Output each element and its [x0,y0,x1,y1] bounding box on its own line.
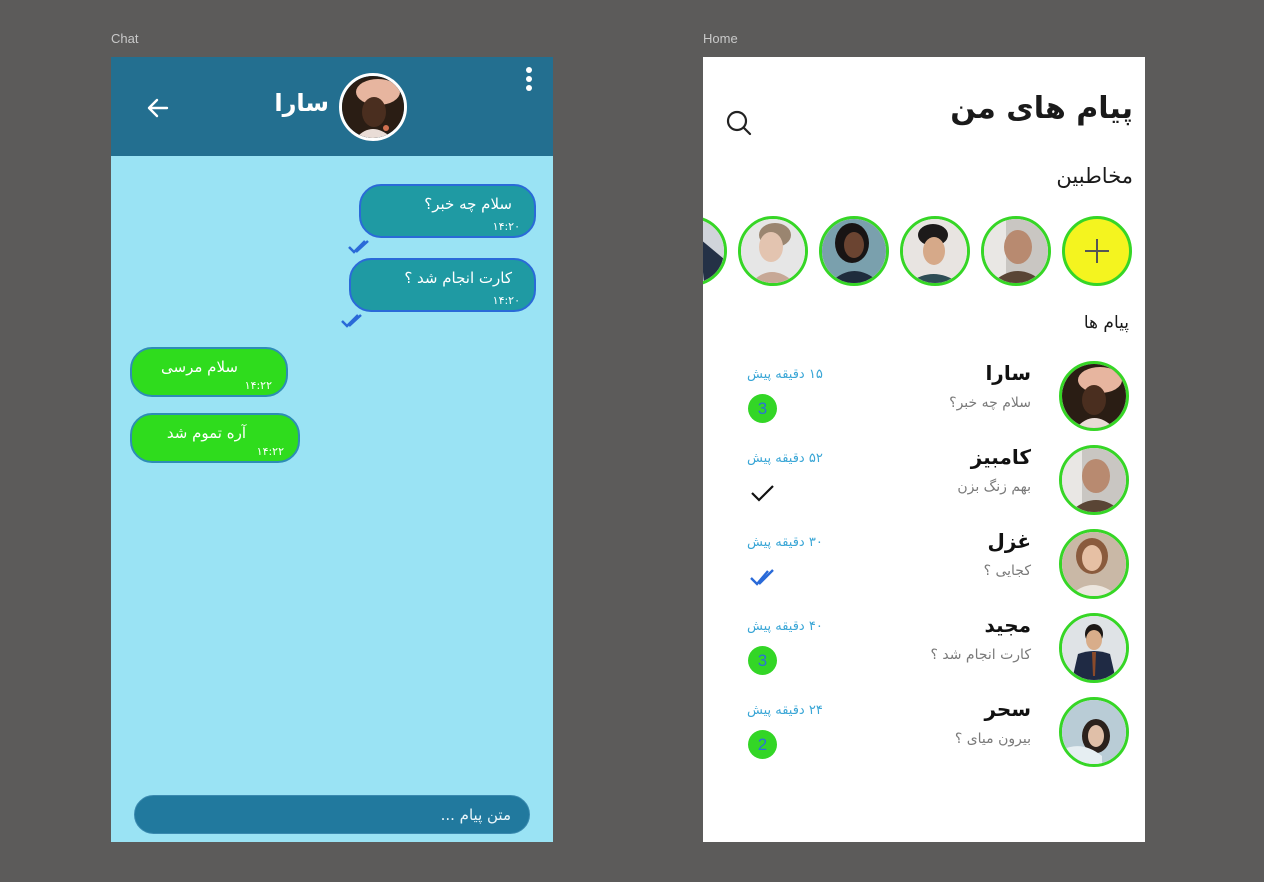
message-bubble-incoming[interactable]: آره تموم شد ۱۴:۲۲ [130,413,300,463]
back-button[interactable] [145,95,171,121]
message-text: آره تموم شد [166,424,246,442]
conversation-name: سارا [985,361,1031,385]
message-text: سلام مرسی [161,358,238,376]
page-title: پیام های من [950,91,1133,126]
conversation-item[interactable]: کامبیز بهم زنگ بزن ۵۲ دقیقه پیش [703,445,1145,519]
contact-story[interactable] [900,216,970,286]
message-time: ۱۴:۲۲ [256,445,284,458]
message-bubble-incoming[interactable]: سلام مرسی ۱۴:۲۲ [130,347,288,397]
avatar-woman-icon [1062,532,1126,596]
contact-story[interactable] [819,216,889,286]
conversation-name: سحر [984,697,1031,721]
more-menu-button[interactable] [522,67,536,93]
avatar [1059,529,1129,599]
messages-heading: پیام ها [1083,313,1129,333]
unread-badge: 3 [748,646,777,675]
add-contact-button[interactable] [1062,216,1132,286]
avatar-sara-icon [342,76,404,138]
avatar-man-suit-icon [1062,616,1126,680]
more-vertical-icon [522,67,536,91]
chat-screen: سارا سلام چه خبر؟ ۱۴:۲۰ کارت انجام شد ؟ … [111,57,553,842]
message-input[interactable] [135,796,529,833]
search-button[interactable] [725,109,753,137]
conversation-time: ۱۵ دقیقه پیش [747,367,823,382]
chat-frame-label: Chat [111,31,139,46]
message-time: ۱۴:۲۰ [492,220,520,233]
conversation-item[interactable]: غزل کجایی ؟ ۳۰ دقیقه پیش [703,529,1145,603]
avatar [1059,697,1129,767]
chat-header: سارا [111,57,553,156]
conversation-name: غزل [987,529,1031,553]
message-bubble-outgoing[interactable]: کارت انجام شد ؟ ۱۴:۲۰ [349,258,536,312]
message-time: ۱۴:۲۲ [244,379,272,392]
avatar-woman-blonde-icon [741,219,805,283]
double-check-icon [348,240,369,254]
avatar-woman-snow-icon [1062,700,1126,764]
message-time: ۱۴:۲۰ [492,294,520,307]
search-icon [726,110,752,136]
conversation-item[interactable]: سارا سلام چه خبر؟ ۱۵ دقیقه پیش 3 [703,361,1145,435]
avatar [1059,361,1129,431]
message-text: سلام چه خبر؟ [424,195,512,213]
conversation-time: ۳۰ دقیقه پیش [747,535,823,550]
contacts-carousel[interactable] [703,216,1133,286]
arrow-left-icon [147,98,169,118]
conversation-item[interactable]: مجید کارت انجام شد ؟ ۴۰ دقیقه پیش 3 [703,613,1145,687]
conversation-last-message: سلام چه خبر؟ [949,395,1031,411]
conversation-time: ۴۰ دقیقه پیش [747,619,823,634]
message-bubble-outgoing[interactable]: سلام چه خبر؟ ۱۴:۲۰ [359,184,536,238]
contacts-heading: مخاطبین [1056,164,1133,188]
check-icon [751,485,774,502]
contact-avatar[interactable] [339,73,407,141]
conversation-item[interactable]: سحر بیرون میای ؟ ۲۴ دقیقه پیش 2 [703,697,1145,771]
conversation-last-message: بهم زنگ بزن [957,479,1031,495]
message-input-container [134,795,530,834]
conversation-name: کامبیز [970,445,1031,469]
conversation-time: ۵۲ دقیقه پیش [747,451,823,466]
avatar-partial-icon [703,219,724,283]
avatar [1059,445,1129,515]
avatar-sara-icon [1062,364,1126,428]
avatar-man-beard-icon [984,219,1048,283]
conversation-name: مجید [984,613,1031,637]
unread-badge: 3 [748,394,777,423]
contact-story[interactable] [981,216,1051,286]
contact-name: سارا [274,89,329,117]
conversation-time: ۲۴ دقیقه پیش [747,703,823,718]
contact-story[interactable] [703,216,727,286]
avatar [1059,613,1129,683]
unread-badge: 2 [748,730,777,759]
avatar-man-beard-icon [1062,448,1126,512]
avatar-woman-dark-hair-icon [822,219,886,283]
plus-icon [1085,239,1109,263]
conversation-last-message: بیرون میای ؟ [954,731,1031,747]
home-frame-label: Home [703,31,738,46]
conversation-last-message: کارت انجام شد ؟ [930,647,1032,663]
conversation-last-message: کجایی ؟ [983,563,1031,579]
double-check-icon [750,569,774,586]
message-text: کارت انجام شد ؟ [404,269,512,287]
contact-story[interactable] [738,216,808,286]
avatar-young-man-icon [903,219,967,283]
double-check-icon [341,314,362,328]
home-screen: پیام های من مخاطبین پیام ها سارا سلام چه… [703,57,1145,842]
